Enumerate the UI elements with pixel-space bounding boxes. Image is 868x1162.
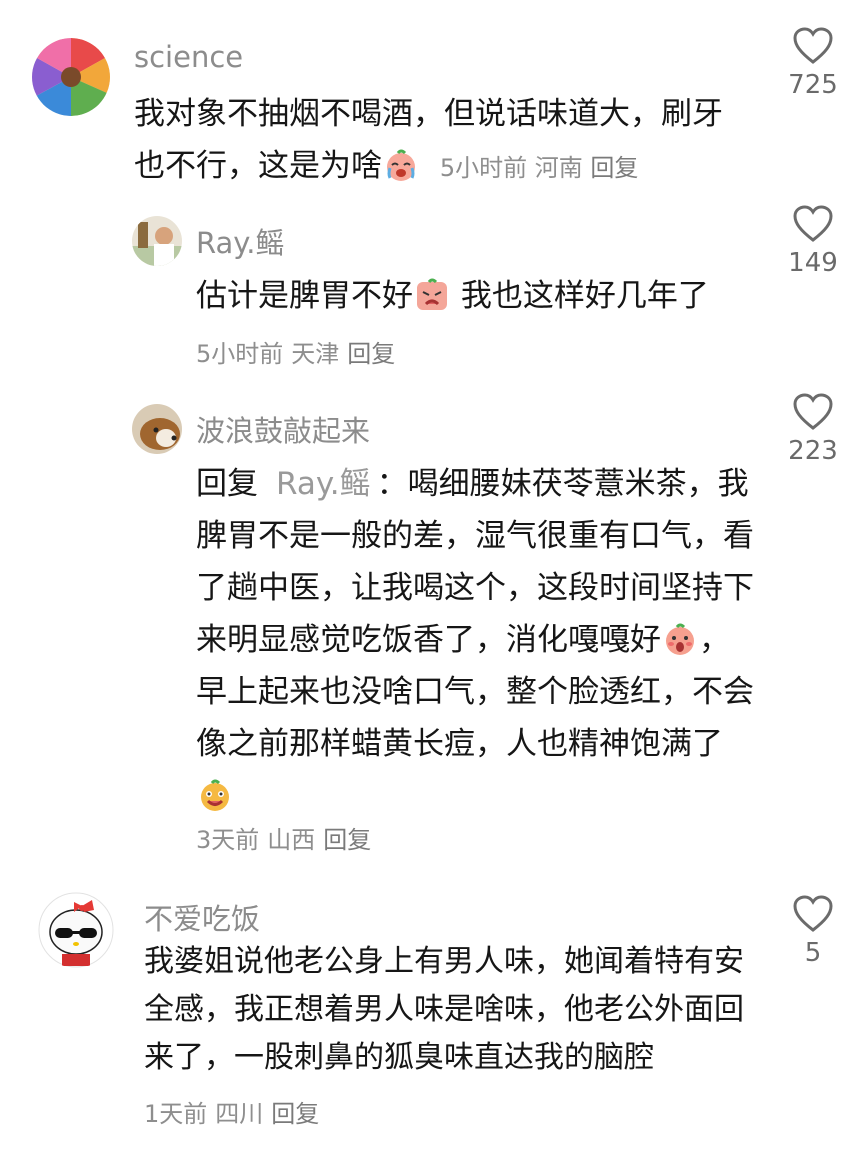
timestamp: 1天前 — [144, 1100, 208, 1128]
reply-to-user[interactable]: Ray.鳐 — [276, 466, 371, 502]
happy-face-emoji — [198, 778, 232, 812]
reply-button[interactable]: 回复 — [271, 1100, 319, 1128]
comment-text: 我婆姐说他老公身上有男人味，她闻着特有安全感，我正想着男人味是啥味，他老公外面回… — [144, 944, 744, 1075]
heart-outline-icon — [793, 895, 833, 932]
avatar[interactable] — [132, 404, 182, 454]
reply-prefix: 回复 — [196, 466, 258, 502]
sad-face-emoji — [415, 278, 449, 312]
comment-text: 回复 Ray.鳐 ：喝细腰妹茯苓薏米茶，我脾胃不是一般的差，湿气很重有口气，看了趟中… — [196, 458, 756, 822]
comment-meta: 5小时前 河南 回复 — [440, 154, 639, 182]
comment-meta: 5小时前 天津 回复 — [196, 334, 403, 369]
like-count: 223 — [788, 436, 838, 466]
crying-face-emoji — [384, 148, 418, 182]
comment-text: 我对象不抽烟不喝酒，但说话味道大，刷牙也不行，这是为啥 5小时前 河南 回复 — [134, 96, 723, 184]
username[interactable]: 不爱吃饭 — [144, 896, 260, 938]
like-button[interactable]: 725 — [778, 26, 848, 100]
heart-outline-icon — [793, 393, 833, 430]
like-button[interactable]: 149 — [778, 204, 848, 278]
like-count: 5 — [804, 938, 822, 968]
comment-text: 估计是脾胃不好 我也这样好几年了 — [196, 278, 709, 314]
like-count: 725 — [788, 70, 838, 100]
avatar[interactable] — [38, 892, 114, 968]
avatar[interactable] — [32, 38, 110, 116]
location: 山西 — [267, 826, 316, 854]
reply-button[interactable]: 回复 — [347, 340, 395, 368]
like-count: 149 — [788, 248, 838, 278]
username[interactable]: Ray.鳐 — [196, 220, 285, 262]
avatar[interactable] — [132, 216, 182, 266]
location: 河南 — [534, 154, 583, 182]
comment-meta: 1天前 四川 回复 — [144, 1094, 327, 1129]
location: 四川 — [215, 1100, 264, 1128]
username[interactable]: 波浪鼓敲起来 — [196, 408, 370, 450]
reply-button[interactable]: 回复 — [590, 154, 638, 182]
heart-outline-icon — [793, 27, 833, 64]
surprised-face-emoji — [663, 622, 697, 656]
timestamp: 5小时前 — [196, 340, 284, 368]
reply-button[interactable]: 回复 — [323, 826, 371, 854]
location: 天津 — [291, 340, 340, 368]
comment-meta: 3天前 山西 回复 — [196, 820, 379, 855]
timestamp: 3天前 — [196, 826, 260, 854]
timestamp: 5小时前 — [439, 154, 528, 182]
like-button[interactable]: 223 — [778, 392, 848, 466]
heart-outline-icon — [793, 205, 833, 242]
username[interactable]: science — [134, 40, 243, 74]
like-button[interactable]: 5 — [778, 894, 848, 968]
